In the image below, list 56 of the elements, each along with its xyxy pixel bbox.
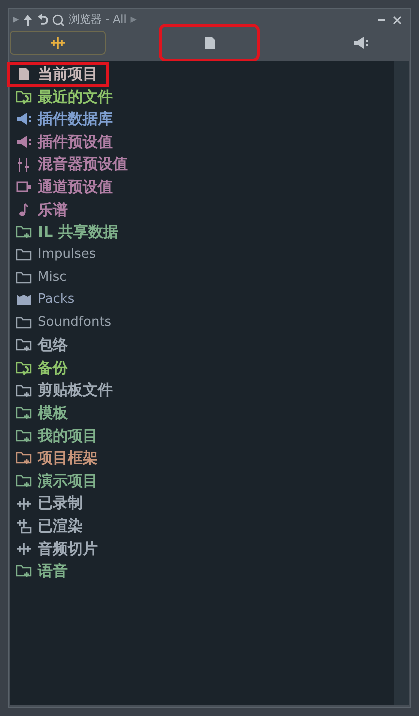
scrollbar-track[interactable] <box>394 61 409 705</box>
item-label: 音频切片 <box>38 538 98 560</box>
item-label: Impulses <box>38 246 96 264</box>
browser-tab[interactable] <box>10 31 106 55</box>
browser-tab[interactable] <box>162 27 258 59</box>
item-label: Misc <box>38 268 67 287</box>
item-label: 乐谱 <box>38 200 68 221</box>
waveform-icon <box>50 35 66 51</box>
item-label: 语音 <box>38 561 68 582</box>
browser-item[interactable]: 包络 <box>10 334 78 357</box>
browser-item[interactable]: 插件数据库 <box>10 108 123 131</box>
browser-item[interactable]: 插件预设值 <box>10 130 123 154</box>
browser-item[interactable]: 当前项目 <box>8 63 108 86</box>
undo-icon[interactable] <box>37 14 48 26</box>
browser-item[interactable]: 项目框架 <box>10 447 108 470</box>
browser-item[interactable]: 最近的文件 <box>10 86 123 108</box>
browser-item[interactable]: Impulses <box>10 244 106 266</box>
item-label: 通道预设值 <box>38 177 113 198</box>
browser-item[interactable]: 已渲染 <box>10 514 93 538</box>
search-icon[interactable] <box>52 14 66 26</box>
item-label: 项目框架 <box>38 448 98 470</box>
item-label: 已录制 <box>38 493 83 514</box>
browser-item[interactable]: 通道预设值 <box>10 176 123 199</box>
browser-item[interactable]: 备份 <box>10 356 78 380</box>
browser-item[interactable]: IL 共享数据 <box>10 221 128 244</box>
browser-item[interactable]: 乐谱 <box>10 198 78 222</box>
browser-item[interactable]: Misc <box>10 266 77 289</box>
browser-item[interactable]: Packs <box>10 288 85 312</box>
browser-item[interactable]: 演示项目 <box>10 470 108 492</box>
window-title: 浏览器 - All <box>69 12 127 28</box>
item-label: 插件预设值 <box>38 132 113 153</box>
item-label: 演示项目 <box>38 470 98 492</box>
item-label: 最近的文件 <box>38 86 113 108</box>
browser-item[interactable]: 语音 <box>10 560 78 583</box>
browser-item[interactable]: Soundfonts <box>10 312 122 334</box>
item-label: 当前项目 <box>38 64 98 86</box>
browser-item[interactable]: 已录制 <box>10 492 93 515</box>
item-label: 插件数据库 <box>38 109 113 130</box>
browser-item[interactable]: 音频切片 <box>10 537 108 560</box>
plug-icon <box>353 35 370 51</box>
item-label: 混音器预设值 <box>38 154 128 176</box>
browser-item[interactable]: 剪贴板文件 <box>10 379 123 402</box>
item-label: IL 共享数据 <box>38 222 118 244</box>
browser-item[interactable]: 我的项目 <box>10 424 108 448</box>
browser-item[interactable]: 混音器预设值 <box>10 153 138 176</box>
browser-item[interactable]: 模板 <box>10 402 78 424</box>
item-label: Soundfonts <box>38 314 112 332</box>
item-label: 包络 <box>38 335 68 356</box>
item-label: 我的项目 <box>38 426 98 447</box>
close-icon[interactable] <box>393 16 402 24</box>
item-label: 备份 <box>38 358 68 379</box>
item-label: 已渲染 <box>38 516 83 537</box>
item-label: 模板 <box>38 402 68 424</box>
item-label: 剪贴板文件 <box>38 380 113 402</box>
item-label: Packs <box>38 291 75 310</box>
up-arrow-icon[interactable] <box>23 14 34 26</box>
